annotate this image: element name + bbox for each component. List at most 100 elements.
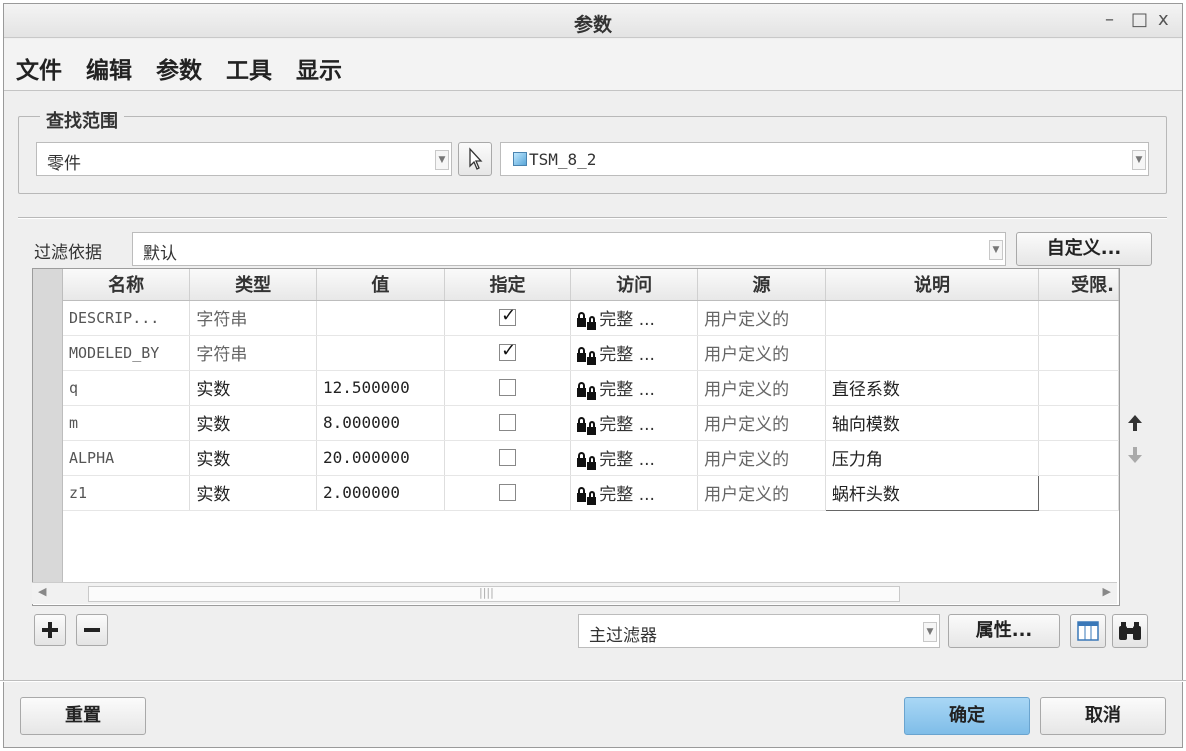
select-model-button[interactable]	[458, 142, 492, 176]
cell-access[interactable]: 完整 ...	[570, 300, 699, 336]
ok-button[interactable]: 确定	[904, 697, 1030, 735]
table-row[interactable]: m 实数 8.000000 完整 ... 用户定义的 轴向模数	[63, 405, 1119, 441]
move-up-icon[interactable]	[1127, 414, 1143, 432]
cell-restricted[interactable]	[1038, 475, 1119, 511]
column-header-description[interactable]: 说明	[825, 269, 1040, 301]
cell-type[interactable]: 实数	[189, 405, 317, 441]
cell-type[interactable]: 实数	[189, 440, 317, 476]
filter-value: 默认	[143, 244, 177, 264]
cell-access[interactable]: 完整 ...	[570, 370, 699, 406]
cell-name[interactable]: q	[63, 370, 191, 406]
cell-source[interactable]: 用户定义的	[697, 440, 826, 476]
cell-source[interactable]: 用户定义的	[697, 370, 826, 406]
scroll-thumb[interactable]: ||||	[88, 586, 900, 602]
cell-value[interactable]: 12.500000	[316, 370, 445, 406]
cell-designated[interactable]	[444, 440, 572, 476]
cell-name[interactable]: z1	[63, 475, 191, 511]
filter-select[interactable]: 默认 ▼	[132, 232, 1006, 266]
cell-access[interactable]: 完整 ...	[570, 405, 699, 441]
menu-display[interactable]: 显示	[296, 51, 342, 85]
table-row[interactable]: ALPHA 实数 20.000000 完整 ... 用户定义的 压力角	[63, 440, 1119, 476]
cell-designated[interactable]	[444, 475, 572, 511]
cell-type[interactable]: 实数	[189, 475, 317, 511]
cell-value[interactable]: 20.000000	[316, 440, 445, 476]
cell-description[interactable]: 蜗杆头数	[824, 474, 1040, 511]
find-button[interactable]	[1112, 614, 1148, 648]
main-filter-select[interactable]: 主过滤器 ▼	[578, 614, 940, 648]
remove-parameter-button[interactable]	[76, 614, 108, 646]
scope-model-select[interactable]: TSM_8_2 ▼	[500, 142, 1149, 176]
table-row[interactable]: q 实数 12.500000 完整 ... 用户定义的 直径系数	[63, 370, 1119, 406]
cell-restricted[interactable]	[1038, 440, 1119, 476]
cell-name[interactable]: m	[63, 405, 191, 441]
cell-source[interactable]: 用户定义的	[697, 300, 826, 336]
cell-value[interactable]	[316, 300, 445, 336]
cell-designated[interactable]	[444, 300, 572, 336]
cell-description[interactable]: 压力角	[825, 440, 1040, 476]
cell-description[interactable]: 轴向模数	[825, 405, 1040, 441]
column-header-value[interactable]: 值	[316, 269, 445, 301]
designate-checkbox[interactable]	[499, 449, 517, 466]
designate-checkbox[interactable]	[499, 305, 516, 326]
cell-source[interactable]: 用户定义的	[697, 475, 826, 511]
column-header-designate[interactable]: 指定	[444, 269, 572, 301]
column-header-name[interactable]: 名称	[63, 269, 191, 301]
table-row[interactable]: DESCRIP...字符串 完整 ... 用户定义的	[63, 300, 1119, 336]
cell-source[interactable]: 用户定义的	[697, 335, 826, 371]
cell-name[interactable]: DESCRIP...	[63, 300, 191, 336]
designate-checkbox[interactable]	[499, 414, 517, 431]
cell-access[interactable]: 完整 ...	[570, 475, 699, 511]
cell-description[interactable]: 直径系数	[825, 370, 1040, 406]
menu-parameters[interactable]: 参数	[156, 51, 202, 85]
designate-checkbox[interactable]	[499, 340, 516, 361]
reset-button[interactable]: 重置	[20, 697, 146, 735]
cell-value[interactable]: 8.000000	[316, 405, 445, 441]
menu-file[interactable]: 文件	[16, 51, 62, 85]
cell-type[interactable]: 字符串	[189, 335, 317, 371]
parameters-grid: 名称 类型 值 指定 访问 源 说明 受限. DESCRIP...字符串完整 .…	[63, 269, 1119, 511]
cell-designated[interactable]	[444, 405, 572, 441]
cell-access[interactable]: 完整 ...	[570, 440, 699, 476]
horizontal-scrollbar[interactable]: ◀ |||| ▶	[32, 582, 1117, 604]
cancel-button[interactable]: 取消	[1040, 697, 1166, 735]
cell-restricted[interactable]	[1038, 300, 1119, 336]
column-header-source[interactable]: 源	[697, 269, 826, 301]
scroll-left-icon[interactable]: ◀	[38, 585, 46, 598]
cell-type[interactable]: 实数	[189, 370, 317, 406]
designate-checkbox[interactable]	[499, 484, 517, 501]
cell-restricted[interactable]	[1038, 405, 1119, 441]
cell-restricted[interactable]	[1038, 370, 1119, 406]
parameters-table: 名称 类型 值 指定 访问 源 说明 受限. DESCRIP...字符串完整 .…	[32, 268, 1120, 606]
cell-description[interactable]	[825, 300, 1040, 336]
table-row[interactable]: z1 实数 2.000000 完整 ... 用户定义的 蜗杆头数	[63, 474, 1119, 511]
menu-tools[interactable]: 工具	[226, 51, 272, 85]
cell-type[interactable]: 字符串	[189, 300, 317, 336]
move-down-icon[interactable]	[1127, 446, 1143, 464]
cell-restricted[interactable]	[1038, 335, 1119, 371]
scroll-right-icon[interactable]: ▶	[1103, 585, 1111, 598]
properties-button[interactable]: 属性...	[948, 614, 1060, 648]
scope-model-value: TSM_8_2	[529, 150, 597, 169]
table-row[interactable]: MODELED_BY字符串 完整 ... 用户定义的	[63, 335, 1119, 371]
column-header-type[interactable]: 类型	[189, 269, 317, 301]
scope-type-select[interactable]: 零件 ▼	[36, 142, 452, 176]
column-header-access[interactable]: 访问	[570, 269, 699, 301]
column-header-restricted[interactable]: 受限.	[1038, 269, 1119, 301]
customize-button[interactable]: 自定义...	[1016, 232, 1152, 266]
maximize-button[interactable]: □	[1131, 9, 1148, 30]
designate-checkbox[interactable]	[499, 379, 517, 396]
add-parameter-button[interactable]	[34, 614, 66, 646]
table-columns-button[interactable]	[1070, 614, 1106, 648]
cell-description[interactable]	[825, 335, 1040, 371]
close-button[interactable]: x	[1158, 9, 1169, 30]
cell-name[interactable]: MODELED_BY	[63, 335, 191, 371]
cell-designated[interactable]	[444, 335, 572, 371]
cell-source[interactable]: 用户定义的	[697, 405, 826, 441]
cell-access[interactable]: 完整 ...	[570, 335, 699, 371]
cell-value[interactable]	[316, 335, 445, 371]
menu-edit[interactable]: 编辑	[86, 51, 132, 85]
minimize-button[interactable]: –	[1105, 9, 1114, 30]
cell-value[interactable]: 2.000000	[316, 475, 445, 511]
cell-designated[interactable]	[444, 370, 572, 406]
cell-name[interactable]: ALPHA	[63, 440, 191, 476]
